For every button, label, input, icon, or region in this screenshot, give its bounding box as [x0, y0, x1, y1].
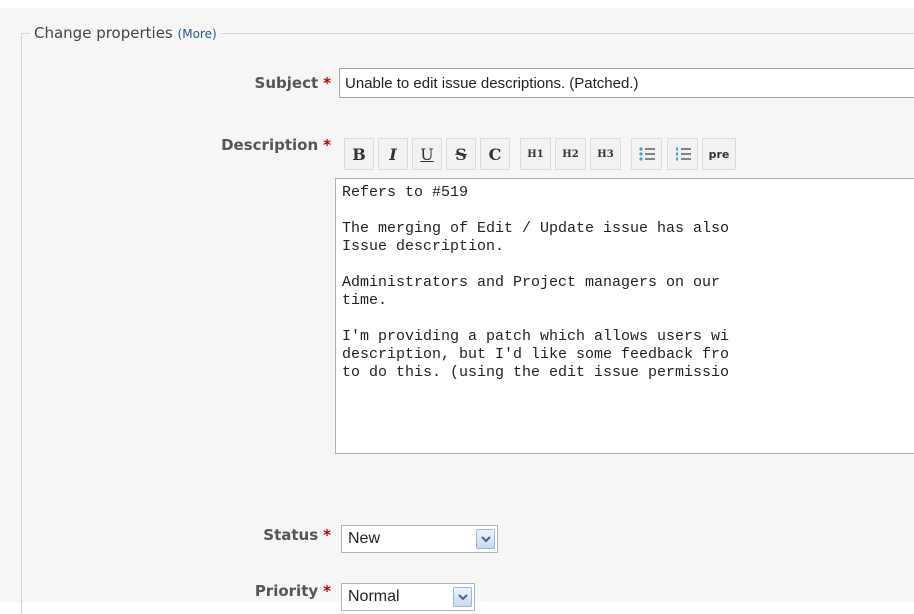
description-line: time.	[342, 292, 388, 309]
legend-title: Change properties	[34, 24, 173, 42]
description-line: I'm providing a patch which allows users…	[342, 328, 730, 345]
subject-input[interactable]: Unable to edit issue descriptions. (Patc…	[339, 68, 914, 98]
underline-button-label: U	[420, 144, 434, 164]
status-required-mark: *	[323, 526, 331, 544]
subject-required-mark: *	[323, 74, 331, 92]
strikethrough-button[interactable]: S	[446, 138, 476, 170]
subject-label-text: Subject	[254, 74, 319, 92]
description-line: Issue description.	[342, 238, 505, 255]
description-line: Administrators and Project managers on o…	[342, 274, 721, 291]
priority-required-mark: *	[323, 582, 331, 600]
italic-button[interactable]: I	[378, 138, 408, 170]
pre-button[interactable]: pre	[702, 138, 736, 170]
h1-button-label: H1	[527, 148, 544, 160]
status-label: Status *	[31, 526, 331, 544]
priority-label-text: Priority	[254, 582, 319, 600]
description-line: Refers to #519	[342, 184, 469, 201]
description-blank-line	[342, 202, 914, 220]
description-label-text: Description	[221, 136, 319, 154]
unordered-list-icon	[638, 147, 655, 161]
unordered-list-button[interactable]	[631, 138, 662, 170]
status-select-value: New	[348, 530, 381, 547]
ordered-list-button[interactable]	[667, 138, 698, 170]
priority-select[interactable]: Normal	[341, 583, 475, 611]
description-required-mark: *	[323, 136, 331, 154]
bold-button[interactable]: B	[344, 138, 374, 170]
pre-button-label: pre	[708, 147, 730, 161]
bold-button-label: B	[352, 144, 366, 164]
description-line: to do this. (using the edit issue permis…	[342, 364, 730, 381]
heading1-button[interactable]: H1	[520, 138, 551, 170]
italic-button-label: I	[389, 144, 397, 164]
fieldset-legend: Change properties (More)	[30, 24, 221, 43]
h2-button-label: H2	[562, 148, 579, 160]
priority-label: Priority *	[31, 582, 331, 600]
heading2-button[interactable]: H2	[555, 138, 586, 170]
status-chevron-down-icon	[476, 529, 495, 549]
heading3-button[interactable]: H3	[590, 138, 621, 170]
subject-label: Subject *	[31, 74, 331, 92]
description-blank-line	[342, 310, 914, 328]
h3-button-label: H3	[597, 148, 614, 160]
strike-button-label: S	[455, 144, 467, 164]
description-label: Description *	[31, 136, 331, 154]
ordered-list-icon	[675, 147, 691, 161]
description-line: The merging of Edit / Update issue has a…	[342, 220, 730, 237]
code-button-label: C	[488, 144, 502, 164]
underline-button[interactable]: U	[412, 138, 442, 170]
status-select[interactable]: New	[341, 525, 498, 553]
code-button[interactable]: C	[480, 138, 510, 170]
status-label-text: Status	[263, 526, 319, 544]
priority-select-value: Normal	[348, 588, 400, 605]
more-link[interactable]: (More)	[178, 27, 217, 41]
priority-chevron-down-icon	[453, 587, 472, 607]
description-line: description, but I'd like some feedback …	[342, 346, 730, 363]
description-blank-line	[342, 256, 914, 274]
description-textarea[interactable]: Refers to #519 The merging of Edit / Upd…	[335, 178, 914, 454]
